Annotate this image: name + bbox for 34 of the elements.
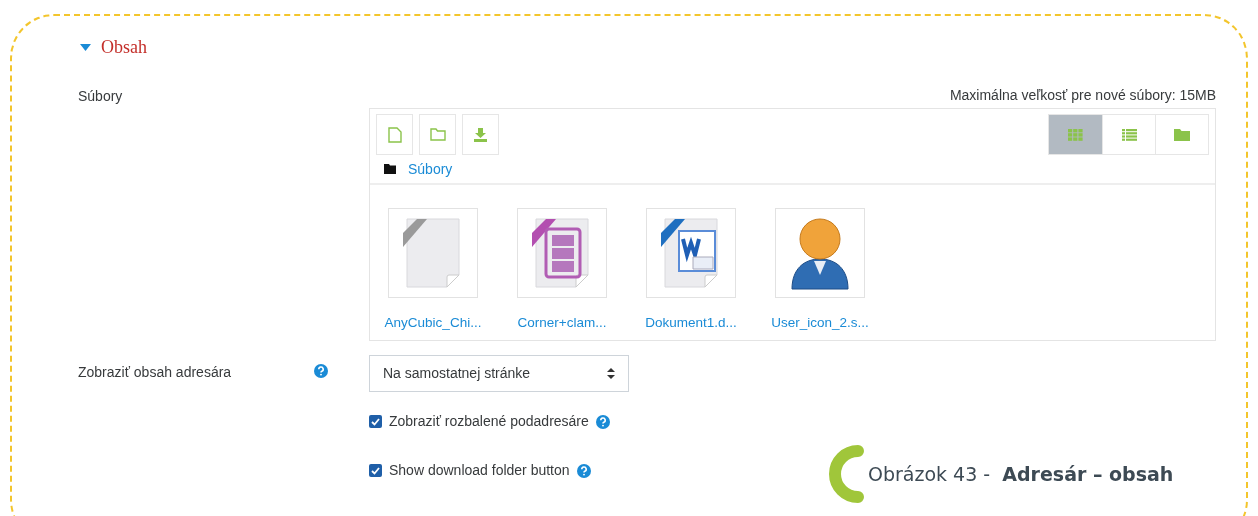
caption-arc-icon [826,444,864,504]
help-icon[interactable] [576,463,591,478]
grid-icon [1068,128,1083,141]
field-label: Súbory [78,87,124,106]
figure-caption: Obrázok 43 - Adresár – obsah [868,461,1174,487]
file-thumbnail[interactable] [388,208,478,298]
sort-caret-icon [607,368,615,379]
help-icon[interactable] [314,364,328,378]
file-name-link[interactable]: AnyCubic_Chi... [384,313,482,334]
checkbox[interactable] [369,464,382,477]
file-thumbnail[interactable] [646,208,736,298]
help-icon[interactable] [595,414,610,429]
file-name-link[interactable]: Corner+clam... [517,313,607,334]
file-thumbnail[interactable] [517,208,607,298]
section-title[interactable]: Obsah [101,34,147,61]
checkbox[interactable] [369,415,382,428]
display-select[interactable]: Na samostatnej stránke [369,355,629,392]
download-button[interactable] [462,114,499,155]
folder-icon [384,164,396,174]
max-size-note: Maximálna veľkosť pre nové súbory: 15MB [949,86,1216,105]
user-avatar-icon [788,215,852,291]
checkbox-label[interactable]: Zobraziť rozbalené podadresáre [389,411,589,432]
list-icon [1121,128,1137,141]
file-name-link[interactable]: Dokument1.d... [645,313,737,334]
folder-icon [1174,128,1190,141]
file-name-link[interactable]: User_icon_2.s... [771,313,869,334]
folder-icon [429,128,446,141]
checkbox-label[interactable]: Show download folder button [389,460,570,481]
file-icon [387,126,402,143]
file-thumbnail[interactable] [775,208,865,298]
field-label: Zobraziť obsah adresára [78,363,233,382]
collapse-icon[interactable] [80,43,91,52]
breadcrumb-link[interactable]: Súbory [408,158,453,180]
download-icon [473,127,488,142]
